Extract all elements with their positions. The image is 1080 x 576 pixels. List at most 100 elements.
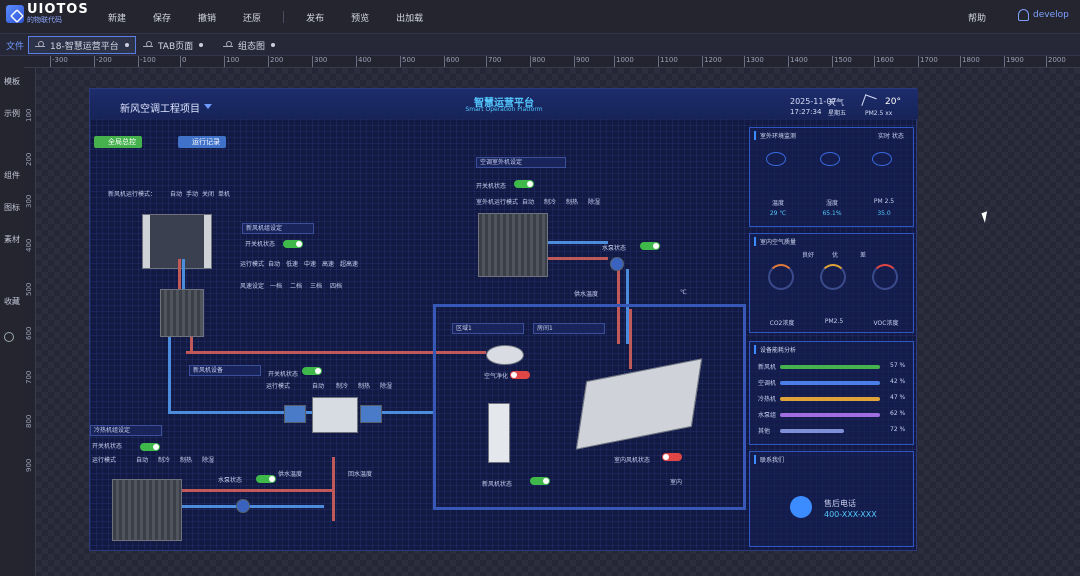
heat-exchanger[interactable] — [312, 397, 358, 433]
outdoor-option[interactable]: 制热 — [180, 455, 192, 464]
tab-config-diagram[interactable]: 组态图 — [217, 36, 281, 54]
energy-bar — [780, 429, 844, 433]
top-toggle[interactable] — [514, 180, 534, 188]
room-dropdown[interactable]: 房间1 — [533, 323, 605, 334]
gauge-label: PM2.5 — [824, 318, 844, 325]
speed-option[interactable]: 三档 — [310, 281, 322, 290]
tab-close-dot[interactable] — [199, 43, 204, 47]
pump2-label: 水泵状态 — [218, 477, 243, 484]
top-option[interactable]: 除湿 — [588, 197, 600, 206]
speed-option[interactable]: 四档 — [330, 281, 342, 290]
pump-toggle[interactable] — [640, 242, 660, 250]
sidebar-item-components[interactable]: 组件 — [4, 170, 20, 181]
outdoor-ac-unit[interactable] — [478, 213, 548, 277]
tab-smart-platform[interactable]: 18-智慧运营平台 — [28, 36, 136, 54]
top-mode-label: 室外机运行模式 — [476, 199, 519, 206]
top-option[interactable]: 自动 — [522, 197, 534, 206]
redo-button[interactable]: 还原 — [243, 11, 261, 24]
fresh-unit-dropdown[interactable]: 新风机设备 — [189, 365, 261, 376]
run-log-button[interactable]: 运行记录 — [178, 136, 226, 148]
sidebar-item-icons[interactable]: 图标 — [4, 202, 20, 213]
thermometer-icon — [766, 152, 786, 166]
fan-option[interactable]: 低速 — [286, 259, 298, 268]
ac-status-label: 新风机状态 — [482, 481, 513, 488]
weather-label: 天气 — [828, 98, 844, 107]
sidebar-item-templates[interactable]: 模板 — [4, 76, 20, 87]
fan-option[interactable]: 高速 — [322, 259, 334, 268]
purifier-label: 空气净化 — [484, 373, 509, 380]
fan-mode-label: 运行模式 — [240, 261, 265, 268]
sidebar-item-examples[interactable]: 示例 — [4, 108, 20, 119]
ruler-tick: 400 — [356, 56, 371, 67]
chiller-unit[interactable] — [112, 479, 182, 541]
logo-subtitle: 的物联代码 — [27, 16, 62, 24]
purifier-toggle[interactable] — [510, 371, 530, 379]
mid-option[interactable]: 制热 — [358, 381, 370, 390]
pump-icon — [236, 499, 250, 513]
undo-button[interactable]: 撤销 — [198, 11, 216, 24]
fresh-air-toggle[interactable] — [283, 240, 303, 248]
outdoor-option[interactable]: 除湿 — [202, 455, 214, 464]
help-link[interactable]: 帮助 — [968, 11, 986, 24]
outdoor-option[interactable]: 自动 — [136, 455, 148, 464]
outdoor-toggle[interactable] — [140, 443, 160, 451]
speed-option[interactable]: 二档 — [290, 281, 302, 290]
fan-option[interactable]: 中速 — [304, 259, 316, 268]
hotline-label: 售后电话 — [824, 499, 856, 508]
mode-option[interactable]: 关闭 — [202, 189, 214, 198]
tab-label: 组态图 — [238, 41, 266, 52]
pipe-red — [190, 337, 193, 353]
area-dropdown[interactable]: 区域1 — [452, 323, 524, 334]
new-button[interactable]: 新建 — [108, 11, 126, 24]
tab-close-dot[interactable] — [124, 43, 129, 47]
fresh-air-dropdown[interactable]: 新风机组设定 — [242, 223, 314, 234]
tree-icon — [35, 40, 45, 50]
pump2-toggle[interactable] — [256, 475, 276, 483]
mode-option[interactable]: 自动 — [170, 189, 182, 198]
mid-option[interactable]: 自动 — [312, 381, 324, 390]
dashboard-screen[interactable]: 新风空调工程项目 智慧运营平台 Smart Operation Platform… — [89, 88, 918, 551]
ac-toggle[interactable] — [530, 477, 550, 485]
outdoor-dropdown[interactable]: 冷热机组设定 — [90, 425, 162, 436]
ruler-tick: 1100 — [658, 56, 678, 67]
outdoor-option[interactable]: 制冷 — [158, 455, 170, 464]
hotline-number[interactable]: 400-XXX-XXX — [824, 510, 877, 519]
energy-row-label: 空调机 — [758, 380, 777, 387]
legend-item: 良好 — [802, 252, 815, 259]
top-option[interactable]: 制冷 — [544, 197, 556, 206]
left-sidebar: 模板 示例 组件 图标 素材 收藏 — [0, 56, 24, 576]
vertical-ruler: 100 200 300 400 500 600 700 800 900 — [24, 68, 36, 576]
mid-option[interactable]: 制冷 — [336, 381, 348, 390]
mode-option[interactable]: 手动 — [186, 189, 198, 198]
vertical-ac[interactable] — [488, 403, 510, 463]
mid-option[interactable]: 除湿 — [380, 381, 392, 390]
sidebar-item-assets[interactable]: 素材 — [4, 234, 20, 245]
fresh-air-unit[interactable] — [142, 214, 212, 269]
speed-option[interactable]: 一档 — [270, 281, 282, 290]
tab-tab-page[interactable]: TAB页面 — [137, 36, 209, 54]
save-button[interactable]: 保存 — [153, 11, 171, 24]
top-toolbar: UIOTOS 的物联代码 新建 保存 撤销 还原 发布 预览 出加载 帮助 de… — [0, 0, 1080, 34]
energy-pct: 47 % — [890, 394, 906, 401]
air-purifier[interactable] — [486, 345, 524, 365]
publish-button[interactable]: 发布 — [306, 11, 324, 24]
user-name: develop — [1033, 10, 1069, 20]
outdoor-mode-label: 运行模式 — [92, 457, 117, 464]
fan-option[interactable]: 自动 — [268, 259, 280, 268]
pm-icon — [872, 152, 892, 166]
ruler-tick: 100 — [224, 56, 239, 67]
outdoor-ac-dropdown[interactable]: 空调室外机设定 — [476, 157, 566, 168]
fan-option[interactable]: 超高速 — [340, 259, 358, 268]
sidebar-item-favorites[interactable]: 收藏 — [4, 296, 20, 307]
tab-close-dot[interactable] — [271, 43, 276, 47]
mid-toggle[interactable] — [302, 367, 322, 375]
preview-button[interactable]: 预览 — [351, 11, 369, 24]
top-option[interactable]: 制热 — [566, 197, 578, 206]
user-menu[interactable]: develop — [1018, 9, 1069, 21]
cassette-toggle[interactable] — [662, 453, 682, 461]
mode-option[interactable]: 单机 — [218, 189, 230, 198]
load-button[interactable]: 出加载 — [396, 11, 423, 24]
global-control-button[interactable]: 全局总控 — [94, 136, 142, 148]
history-icon[interactable] — [4, 332, 14, 342]
file-label[interactable]: 文件 — [6, 39, 24, 52]
